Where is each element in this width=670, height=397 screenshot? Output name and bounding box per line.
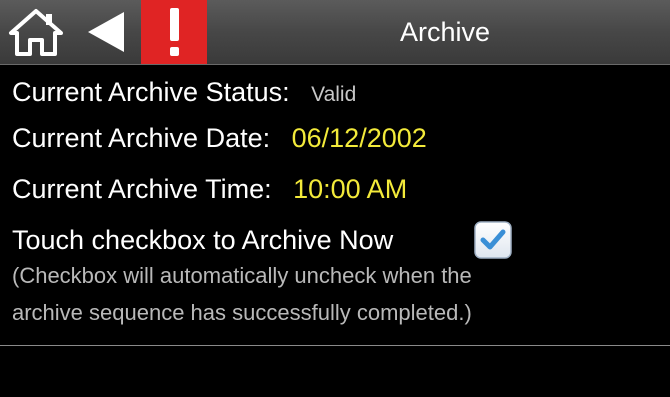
archive-status-label: Current Archive Status:: [12, 77, 290, 107]
bottom-divider: [0, 345, 670, 346]
archive-time-row: Current Archive Time: 10:00 AM: [12, 174, 407, 205]
archive-date-row: Current Archive Date: 06/12/2002: [12, 123, 427, 154]
top-bar: Archive: [0, 0, 670, 65]
exclamation-icon: [170, 8, 179, 56]
archive-screen: Archive Current Archive Status: Valid Cu…: [0, 0, 670, 397]
archive-date-label: Current Archive Date:: [12, 123, 271, 153]
alarm-button[interactable]: [141, 0, 207, 64]
archive-note: (Checkbox will automatically uncheck whe…: [12, 257, 652, 331]
back-arrow-icon: [88, 12, 124, 52]
archive-time-label: Current Archive Time:: [12, 174, 272, 204]
archive-now-row: Touch checkbox to Archive Now: [12, 225, 393, 256]
archive-status-row: Current Archive Status: Valid: [12, 77, 356, 108]
home-button[interactable]: [6, 6, 66, 58]
checkmark-icon: [474, 221, 512, 259]
archive-note-line-2: archive sequence has successfully comple…: [12, 300, 472, 325]
archive-note-line-1: (Checkbox will automatically uncheck whe…: [12, 263, 472, 288]
page-title: Archive: [399, 17, 491, 47]
archive-content: Current Archive Status: Valid Current Ar…: [0, 65, 670, 345]
home-icon: [9, 9, 63, 56]
archive-now-label: Touch checkbox to Archive Now: [12, 225, 394, 255]
back-button[interactable]: [78, 6, 136, 58]
archive-date-value: 06/12/2002: [291, 123, 427, 153]
archive-time-value: 10:00 AM: [293, 174, 408, 204]
archive-status-value: Valid: [311, 83, 357, 106]
archive-now-checkbox[interactable]: [474, 221, 512, 259]
